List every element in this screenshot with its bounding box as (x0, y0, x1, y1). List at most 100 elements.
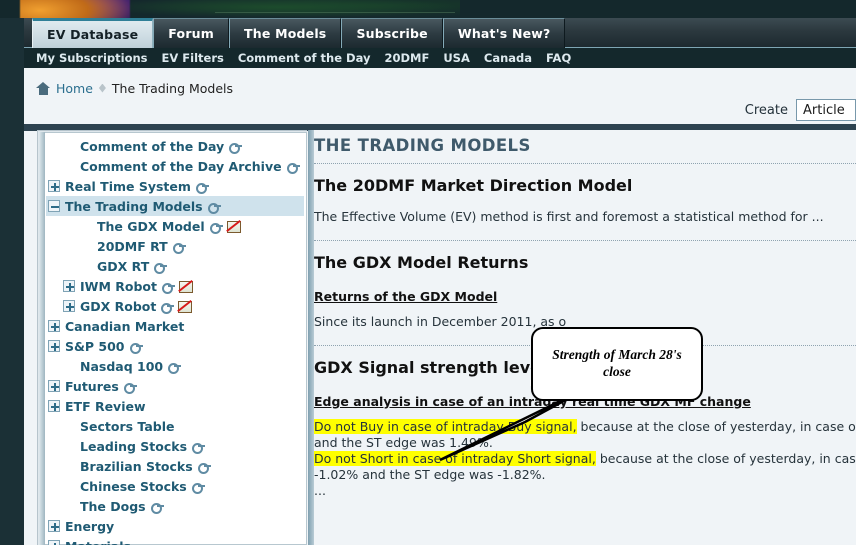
tree-spacer-icon (63, 140, 75, 152)
subnav-item-comment-of-the-day[interactable]: Comment of the Day (238, 51, 371, 65)
sidebar-item-etf-review[interactable]: ETF Review (46, 396, 304, 416)
page-body: Home The Trading Models Create Article C… (24, 68, 856, 545)
do-not-buy-rest: because at the close of yesterday, in ca… (580, 418, 856, 434)
breadcrumb-current: The Trading Models (111, 80, 234, 96)
subnav-item-ev-filters[interactable]: EV Filters (162, 51, 224, 65)
sidebar-item-leading-stocks[interactable]: Leading Stocks (46, 436, 304, 456)
tree-spacer-icon (80, 220, 92, 232)
sidebar-item-label: S&P 500 (65, 338, 125, 354)
sidebar-item-futures[interactable]: Futures (46, 376, 304, 396)
paragraph-20dmf: The Effective Volume (EV) method is firs… (314, 209, 824, 224)
key-icon (229, 142, 243, 154)
sidebar-item-s-p-500[interactable]: S&P 500 (46, 336, 304, 356)
sidebar-item-label: IWM Robot (80, 278, 157, 294)
key-icon (161, 282, 175, 294)
home-icon (36, 81, 50, 95)
tree-spacer-icon (63, 480, 75, 492)
site-banner (0, 0, 856, 18)
left-gutter (0, 18, 24, 545)
key-icon (207, 202, 221, 214)
key-icon (192, 442, 206, 454)
sidebar-item-the-dogs[interactable]: The Dogs (46, 496, 304, 516)
tab-what-s-new[interactable]: What's New? (442, 18, 566, 48)
subnav-item-faq[interactable]: FAQ (546, 51, 571, 65)
sidebar-item-20dmf-rt[interactable]: 20DMF RT (46, 236, 304, 256)
tree-spacer-icon (63, 360, 75, 372)
sidebar-item-label: Comment of the Day Archive (80, 158, 282, 174)
sidebar-item-energy[interactable]: Energy (46, 516, 304, 536)
sidebar-item-canadian-market[interactable]: Canadian Market (46, 316, 304, 336)
expand-icon[interactable] (63, 280, 75, 292)
sidebar-item-iwm-robot[interactable]: IWM Robot (46, 276, 304, 296)
tab-ev-database[interactable]: EV Database (32, 18, 154, 48)
tree-spacer-icon (63, 500, 75, 512)
expand-icon[interactable] (48, 520, 60, 532)
tab-subscribe[interactable]: Subscribe (341, 18, 443, 48)
expand-icon[interactable] (48, 180, 60, 192)
banner-artwork-icon (20, 0, 130, 18)
sidebar-item-label: Canadian Market (65, 318, 185, 334)
key-icon (123, 382, 137, 394)
collapse-icon[interactable] (48, 200, 60, 212)
create-type-select[interactable]: Article (796, 99, 856, 121)
edge-line-4: -1.02% and the ST edge was -1.82%. (314, 466, 546, 482)
primary-tab-bar: EV Database Forum The Models Subscribe What'… (24, 18, 856, 48)
navigation-tree: Comment of the Day Comment of the Day Arc… (46, 136, 304, 545)
key-icon (129, 342, 143, 354)
expand-icon[interactable] (48, 400, 60, 412)
key-icon (150, 502, 164, 514)
sidebar-item-label: The Trading Models (65, 198, 203, 214)
sidebar-item-comment-of-the-day[interactable]: Comment of the Day (46, 136, 304, 156)
expand-icon[interactable] (48, 380, 60, 392)
rule-1 (314, 163, 856, 164)
banner-green-artwork-icon (130, 0, 460, 18)
key-icon (168, 362, 182, 374)
sidebar-item-sectors-table[interactable]: Sectors Table (46, 416, 304, 436)
sidebar-item-label: Comment of the Day (80, 138, 225, 154)
tab-forum[interactable]: Forum (153, 18, 230, 48)
edge-line-5: ... (314, 482, 326, 498)
sidebar-item-nasdaq-100[interactable]: Nasdaq 100 (46, 356, 304, 376)
no-access-book-icon (178, 280, 193, 293)
key-icon (161, 302, 175, 314)
expand-icon[interactable] (48, 340, 60, 352)
create-label: Create (744, 102, 788, 118)
subnav-item-20dmf[interactable]: 20DMF (384, 51, 429, 65)
subheading-returns-link[interactable]: Returns of the GDX Model (314, 289, 497, 304)
sidebar-item-comment-of-the-day-archive[interactable]: Comment of the Day Archive (46, 156, 304, 176)
sidebar-item-the-trading-models[interactable]: The Trading Models (46, 196, 304, 216)
tree-spacer-icon (80, 240, 92, 252)
sidebar-item-label: Nasdaq 100 (80, 358, 164, 374)
heading-gdx-returns: The GDX Model Returns (314, 252, 529, 272)
expand-icon[interactable] (48, 540, 60, 545)
breadcrumb: Home The Trading Models (36, 78, 233, 98)
key-icon (197, 462, 211, 474)
sidebar-item-label: Futures (65, 378, 119, 394)
callout-text: Strength of March 28's close (544, 347, 689, 381)
subnav-item-my-subscriptions[interactable]: My Subscriptions (36, 51, 148, 65)
heading-20dmf: The 20DMF Market Direction Model (314, 176, 633, 195)
sidebar-item-the-gdx-model[interactable]: The GDX Model (46, 216, 304, 236)
tab-list: EV Database Forum The Models Subscribe What'… (32, 18, 566, 48)
subnav-item-canada[interactable]: Canada (484, 51, 532, 65)
sidebar-scrollbar[interactable] (39, 132, 45, 545)
sidebar-item-materials[interactable]: Materials (46, 536, 304, 545)
callout-bubble: Strength of March 28's close (531, 327, 703, 401)
no-access-book-icon (226, 220, 241, 233)
subnav-item-usa[interactable]: USA (443, 51, 470, 65)
expand-icon[interactable] (48, 320, 60, 332)
sidebar-item-gdx-robot[interactable]: GDX Robot (46, 296, 304, 316)
sidebar-item-chinese-stocks[interactable]: Chinese Stocks (46, 476, 304, 496)
tree-spacer-icon (63, 420, 75, 432)
breadcrumb-home-link[interactable]: Home (56, 81, 93, 96)
tab-the-models[interactable]: The Models (229, 18, 342, 48)
sidebar-item-real-time-system[interactable]: Real Time System (46, 176, 304, 196)
expand-icon[interactable] (63, 300, 75, 312)
secondary-nav: My Subscriptions EV Filters Comment of the… (24, 48, 856, 68)
sidebar-item-label: GDX Robot (80, 298, 157, 314)
sidebar-item-gdx-rt[interactable]: GDX RT (46, 256, 304, 276)
create-row: Create Article (745, 98, 856, 122)
sidebar-item-brazilian-stocks[interactable]: Brazilian Stocks (46, 456, 304, 476)
key-icon (172, 242, 186, 254)
do-not-short-rest: because at the close of yesterday, in ca… (599, 450, 856, 466)
